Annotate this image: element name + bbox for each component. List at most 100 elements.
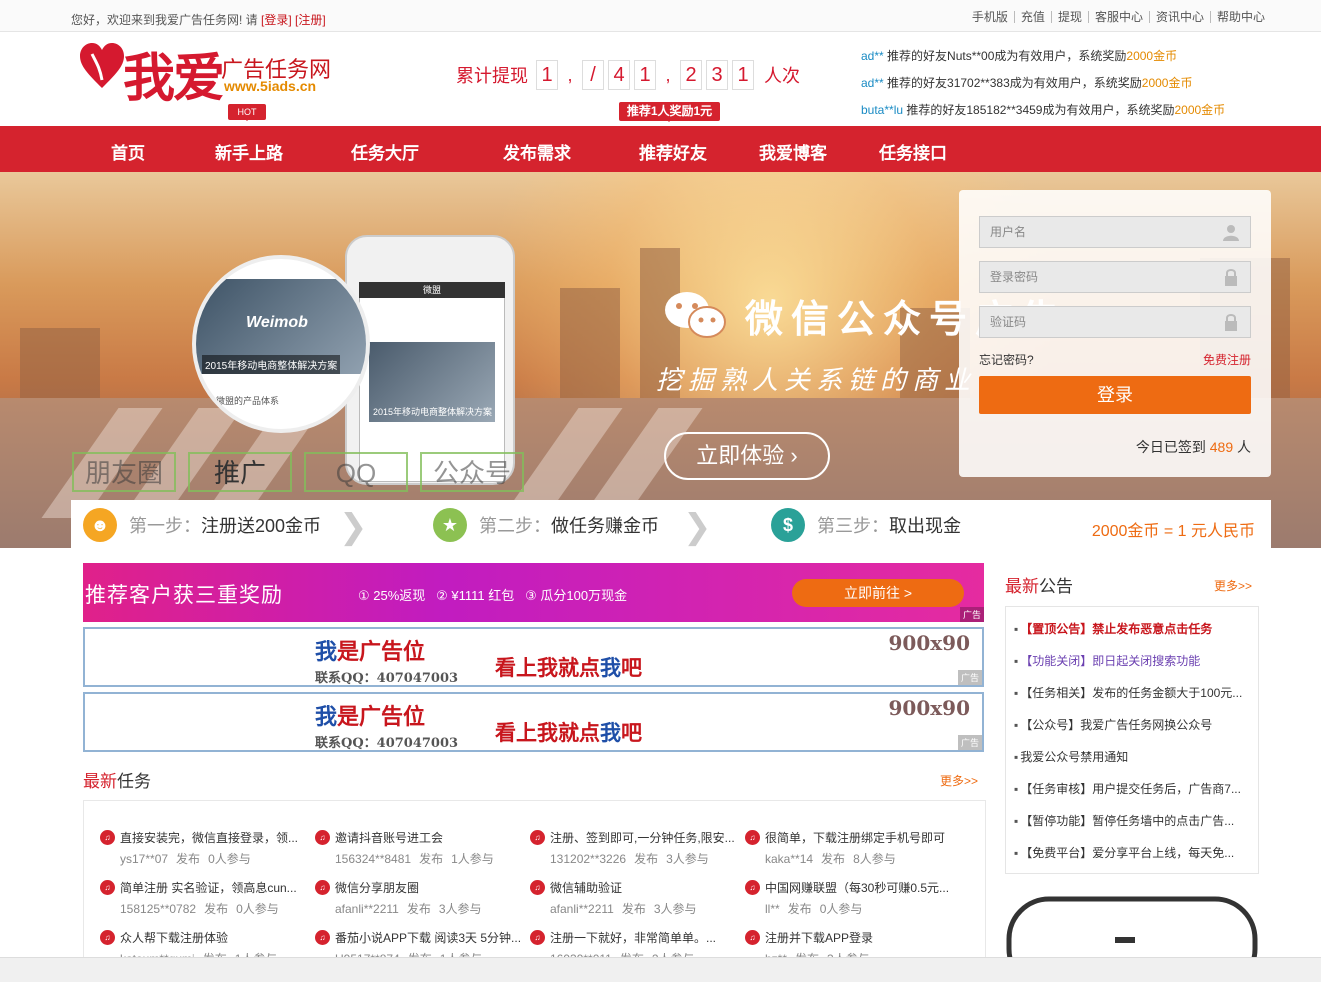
lock-icon: [1225, 269, 1237, 286]
link-mobile[interactable]: 手机版: [966, 11, 1015, 23]
task-item[interactable]: ♫ 注册、签到即可,一分钟任务,限安... 131202**3226 发布 3人参与: [530, 829, 740, 867]
counter-digit: 1: [732, 60, 754, 90]
password-field[interactable]: 登录密码: [979, 261, 1251, 293]
notice-item[interactable]: ▪ 【暂停功能】暂停任务墙中的点击广告...: [1014, 805, 1249, 837]
counter-digit: 2: [680, 60, 702, 90]
link-news[interactable]: 资讯中心: [1150, 11, 1211, 23]
nav-publish[interactable]: 发布需求: [503, 139, 571, 164]
counter-digit: 3: [706, 60, 728, 90]
signin-count: 今日已签到 489 人: [1135, 439, 1251, 455]
task-item[interactable]: ♫ 很简单，下载注册绑定手机号即可 kaka**14 发布 8人参与: [745, 829, 955, 867]
wechat-icon: [665, 292, 726, 338]
speaker-icon: ♫: [745, 880, 760, 895]
nav-blog[interactable]: 我爱博客: [759, 139, 827, 164]
ad-size: 900x90: [888, 696, 970, 720]
ad-slot[interactable]: 我是广告位 看上我就点我吧 联系QQ：407047003 900x90 广告: [83, 627, 984, 687]
captcha-field[interactable]: 验证码: [979, 306, 1251, 338]
nav-api[interactable]: 任务接口: [879, 139, 947, 164]
tag-moments: 朋友圈: [72, 452, 176, 492]
counter-digit: 1: [536, 60, 558, 90]
user-icon: [1223, 225, 1239, 241]
banner-subtitle: 挖掘熟人关系链的商业: [656, 366, 977, 396]
ad-line2: 看上我就点我吧: [495, 720, 642, 745]
notice-item[interactable]: ▪ 我爱公众号禁用通知: [1014, 741, 1249, 773]
nav-beginner[interactable]: 新手上路: [215, 139, 283, 164]
user-icon: ☻: [83, 508, 117, 542]
horizontal-scrollbar[interactable]: [0, 957, 1321, 982]
notice-item[interactable]: ▪ 【置顶公告】禁止发布恶意点击任务: [1014, 613, 1249, 645]
task-item[interactable]: ♫ 番茄小说APP下载 阅读3天 5分钟... U9517**874 发布 1人参与: [315, 929, 525, 960]
ad-size: 900x90: [888, 631, 970, 655]
task-item[interactable]: ♫ 微信辅助验证 afanli**2211 发布 3人参与: [530, 879, 740, 917]
dollar-icon: $: [771, 508, 805, 542]
speaker-icon: ♫: [100, 880, 115, 895]
top-bar: 您好，欢迎来到我爱广告任务网! 请 [登录] [注册] 手机版 充值 提现 客服…: [0, 0, 1321, 32]
notice-more-link[interactable]: 更多>>: [1214, 577, 1252, 594]
login-link[interactable]: [登录]: [261, 13, 292, 27]
link-recharge[interactable]: 充值: [1015, 11, 1052, 23]
coin-rate: 2000金币 = 1 元人民币: [1091, 523, 1255, 540]
weimob-logo: Weimob: [246, 314, 308, 331]
try-now-button[interactable]: 立即体验 ›: [664, 432, 830, 480]
speaker-icon: ♫: [530, 930, 545, 945]
step-3: $ 第三步： 取出现金: [771, 508, 961, 542]
tasks-more-link[interactable]: 更多>>: [940, 772, 978, 789]
heart-logo-icon: [80, 43, 124, 88]
speaker-icon: ♫: [315, 830, 330, 845]
speaker-icon: ♫: [745, 830, 760, 845]
step-1: ☻ 第一步： 注册送200金币: [83, 508, 321, 542]
nav-task-hall[interactable]: 任务大厅: [351, 139, 419, 164]
speaker-icon: ♫: [315, 880, 330, 895]
speaker-icon: ♫: [100, 830, 115, 845]
link-help[interactable]: 帮助中心: [1211, 11, 1271, 23]
nav-refer[interactable]: 推荐好友: [639, 139, 707, 164]
ad-label: 广告: [959, 607, 984, 622]
task-item[interactable]: ♫ 众人帮下载注册体验 katoum**gumi 发布 1人参与: [100, 929, 310, 960]
forgot-password-link[interactable]: 忘记密码?: [979, 351, 1034, 368]
notice-item[interactable]: ▪ 【任务审核】用户提交任务后，广告商7...: [1014, 773, 1249, 805]
counter-digit: 1: [634, 60, 656, 90]
hot-badge: HOT: [228, 104, 266, 121]
free-register-link[interactable]: 免费注册: [1203, 351, 1251, 368]
task-item[interactable]: ♫ 注册并下载APP登录 hz** 发布 3人参与: [745, 929, 955, 960]
site-logo[interactable]: 我爱 广告任务网 www.5iads.cn: [78, 38, 348, 109]
notice-item[interactable]: ▪ 【功能关闭】即日起关闭搜索功能: [1014, 645, 1249, 677]
wechat-qr-frame: [1006, 896, 1258, 965]
task-item[interactable]: ♫ 微信分享朋友圈 afanli**2211 发布 3人参与: [315, 879, 525, 917]
phone-header: 微盟: [359, 282, 505, 298]
logo-cn: 我爱: [123, 49, 225, 109]
ad-qq: 联系QQ：407047003: [315, 671, 459, 686]
circle-line: 微盟的产品体系: [216, 396, 280, 406]
magnified-circle: Weimob 2015年移动电商整体解决方案 微盟的产品体系: [192, 255, 370, 433]
task-item[interactable]: ♫ 注册一下就好，非常简单单。... 16939**011 发布 2人参与: [530, 929, 740, 960]
promo-go-button[interactable]: 立即前往 >: [792, 579, 964, 607]
link-service[interactable]: 客服中心: [1089, 11, 1150, 23]
phone-mockup: 微盟 2015年移动电商整体解决方案: [345, 235, 515, 485]
speaker-icon: ♫: [745, 930, 760, 945]
task-item[interactable]: ♫ 中国网赚联盟（每30秒可赚0.5元... ll** 发布 0人参与: [745, 879, 955, 917]
register-link[interactable]: [注册]: [295, 13, 326, 27]
task-item[interactable]: ♫ 简单注册 实名验证，领高息cun... 158125**0782 发布 0人参与: [100, 879, 310, 917]
nav-home[interactable]: 首页: [111, 139, 145, 164]
counter-digit: 4: [608, 60, 630, 90]
chevron-right-icon: ❯: [683, 508, 712, 546]
ad-line1: 我是广告位: [315, 639, 426, 665]
promo-title: 推荐客户获三重奖励: [85, 584, 283, 607]
promo-desc: ① 25%返现 ② ¥1111 红包 ③ 瓜分100万现金: [358, 588, 628, 603]
ad-label: 广告: [957, 670, 982, 685]
steps-bar: ☻ 第一步： 注册送200金币 ❯ ★ 第二步： 做任务赚金币 ❯ $ 第三步： 取出…: [71, 500, 1271, 552]
notice-item[interactable]: ▪ 【免费平台】爱分享平台上线，每天免...: [1014, 837, 1249, 869]
main-nav: 首页 新手上路 任务大厅 发布需求 推荐好友 我爱博客 任务接口: [0, 126, 1321, 172]
username-field[interactable]: 用户名: [979, 216, 1251, 248]
logo-url: www.5iads.cn: [224, 78, 317, 94]
referral-promo-banner[interactable]: 推荐客户获三重奖励 ① 25%返现 ② ¥1111 红包 ③ 瓜分100万现金 …: [83, 563, 984, 622]
task-item[interactable]: ♫ 直接安装完，微信直接登录，领... ys17**07 发布 0人参与: [100, 829, 310, 867]
tag-official: 公众号: [420, 452, 524, 492]
notice-item[interactable]: ▪ 【任务相关】发布的任务金额大于100元...: [1014, 677, 1249, 709]
ad-slot[interactable]: 我是广告位 看上我就点我吧 联系QQ：407047003 900x90 广告: [83, 692, 984, 752]
tag-qq: QQ: [304, 452, 408, 492]
link-withdraw[interactable]: 提现: [1052, 11, 1089, 23]
notice-item[interactable]: ▪ 【公众号】我爱广告任务网换公众号: [1014, 709, 1249, 741]
task-item[interactable]: ♫ 邀请抖音账号进工会 156324**8481 发布 1人参与: [315, 829, 525, 867]
login-button[interactable]: 登录: [979, 376, 1251, 414]
